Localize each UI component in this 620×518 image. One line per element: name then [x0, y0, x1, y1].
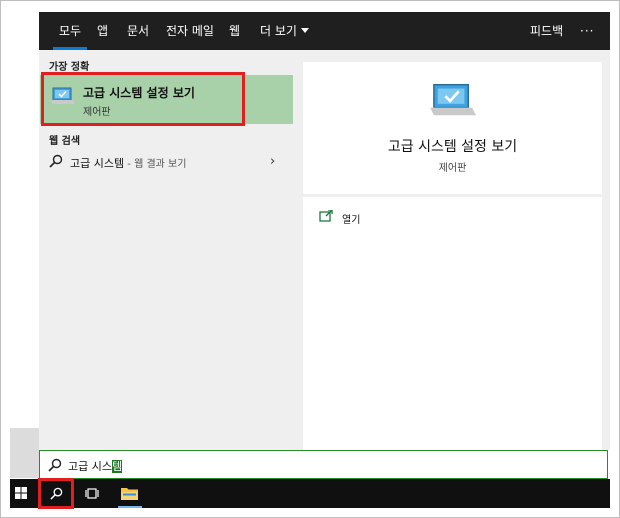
preview-title: 고급 시스템 설정 보기 [387, 139, 518, 155]
web-search-result[interactable]: 고급 시스템 - 웹 결과 보기 › [39, 146, 293, 178]
search-autocomplete: 템 [111, 460, 123, 473]
open-action[interactable]: 열기 [303, 197, 602, 237]
annotation-highlight-box [38, 478, 74, 509]
task-view-button[interactable] [78, 479, 106, 508]
best-match-header: 가장 정확 [49, 62, 90, 73]
open-action-label: 열기 [342, 215, 361, 226]
web-result-query: 고급 시스템 [70, 157, 125, 170]
file-explorer-icon [121, 488, 138, 500]
search-icon [48, 458, 62, 472]
computer-check-icon [430, 83, 476, 116]
taskbar [10, 479, 610, 508]
web-result-label: 고급 시스템 - 웹 결과 보기 [70, 155, 186, 171]
background-document-text [150, 0, 510, 10]
search-box[interactable]: 고급 시스템 [39, 450, 608, 479]
open-window-icon [319, 210, 333, 222]
windows-start-icon [15, 487, 27, 499]
tab-apps[interactable]: 앱 [97, 12, 108, 50]
search-input[interactable]: 고급 시스템 [68, 458, 123, 474]
preview-actions: 열기 [303, 197, 602, 450]
web-result-suffix: - 웹 결과 보기 [124, 159, 187, 170]
chevron-down-icon [300, 28, 309, 33]
preview-subtitle: 제어판 [438, 163, 467, 174]
tab-all[interactable]: 모두 [52, 12, 88, 50]
preview-card: 고급 시스템 설정 보기 제어판 [303, 62, 602, 194]
active-app-indicator [118, 506, 142, 508]
web-search-header: 웹 검색 [49, 136, 81, 147]
search-scope-tabs: 모두 앱 문서 전자 메일 웹 더 보기 피드백 ··· [39, 12, 610, 50]
task-view-icon [85, 488, 99, 499]
search-icon [49, 154, 63, 168]
search-typed-text: 고급 시스 [68, 460, 112, 473]
tab-web[interactable]: 웹 [229, 12, 240, 50]
file-explorer-button[interactable] [116, 479, 144, 508]
background-window [10, 428, 40, 478]
tab-more[interactable]: 더 보기 [260, 12, 309, 50]
start-button[interactable] [10, 479, 32, 508]
tab-email[interactable]: 전자 메일 [166, 12, 214, 50]
annotation-highlight-box [41, 72, 245, 126]
feedback-button[interactable]: 피드백 [530, 12, 563, 50]
tab-documents[interactable]: 문서 [127, 12, 149, 50]
more-options-button[interactable]: ··· [580, 12, 594, 50]
chevron-right-icon[interactable]: › [270, 154, 275, 169]
tab-more-label: 더 보기 [260, 24, 297, 38]
